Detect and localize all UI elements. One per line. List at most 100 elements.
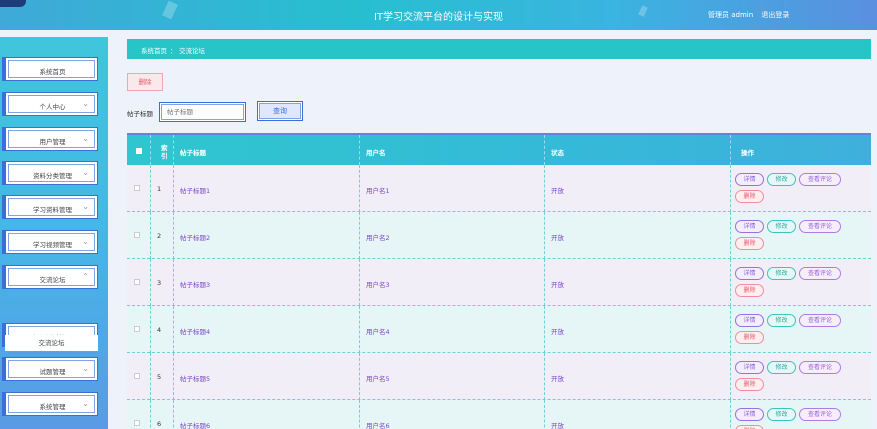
sidebar-subitem-forum[interactable]: 交流论坛 xyxy=(5,335,98,351)
row-status: 开放 xyxy=(551,234,564,242)
row-delete-button[interactable]: 删除 xyxy=(735,331,764,344)
detail-button[interactable]: 详情 xyxy=(735,314,764,327)
breadcrumb-home[interactable]: 系统首页 xyxy=(141,45,167,55)
chevron-down-icon: ⌄ xyxy=(82,399,89,408)
detail-button[interactable]: 详情 xyxy=(735,361,764,374)
header-index: 索引 xyxy=(161,144,168,160)
sidebar-item-0[interactable]: 系统首页 xyxy=(5,57,98,81)
view-comments-button[interactable]: 查看评论 xyxy=(799,267,841,280)
breadcrumb: 系统首页 ： 交流论坛 xyxy=(127,39,871,59)
row-delete-button[interactable]: 删除 xyxy=(735,237,764,250)
row-checkbox[interactable] xyxy=(134,326,140,332)
row-username: 用户名3 xyxy=(366,281,390,289)
sidebar: 系统首页 个人中心 ⌄ 用户管理 ⌄ 资料分类管理 ⌄ 学习资料管理 ⌄ 学习视频管理 ⌄ 交流论坛 ⌃… xyxy=(0,37,108,429)
row-title: 帖子标题5 xyxy=(180,375,211,383)
row-title: 帖子标题4 xyxy=(180,328,211,336)
edit-button[interactable]: 修改 xyxy=(767,267,796,280)
row-index: 2 xyxy=(157,232,162,240)
current-user: 管理员 admin xyxy=(708,11,754,19)
detail-button[interactable]: 详情 xyxy=(735,267,764,280)
row-index: 6 xyxy=(157,420,162,428)
sidebar-subitem-label: 交流论坛 xyxy=(38,339,65,347)
view-comments-button[interactable]: 查看评论 xyxy=(799,220,841,233)
sidebar-item-1[interactable]: 个人中心 ⌄ xyxy=(5,92,98,116)
edit-button[interactable]: 修改 xyxy=(767,408,796,421)
select-all-checkbox[interactable] xyxy=(136,148,142,154)
row-title: 帖子标题2 xyxy=(180,234,211,242)
top-header: IT学习交流平台的设计与实现 管理员 admin 退出登录 xyxy=(0,0,877,30)
row-title: 帖子标题1 xyxy=(180,187,211,195)
detail-button[interactable]: 详情 xyxy=(735,173,764,186)
chevron-down-icon: ⌄ xyxy=(82,364,89,373)
logout-link[interactable]: 退出登录 xyxy=(761,11,789,19)
table-row: 6 帖子标题6 用户名6 开放 详情修改查看评论删除 xyxy=(127,400,871,429)
sidebar-item-4[interactable]: 学习资料管理 ⌄ xyxy=(5,195,98,219)
chevron-down-icon: ⌄ xyxy=(82,202,89,211)
row-checkbox[interactable] xyxy=(134,185,140,191)
sidebar-item-5[interactable]: 学习视频管理 ⌄ xyxy=(5,230,98,254)
breadcrumb-separator: ： xyxy=(170,47,177,55)
chevron-down-icon: ⌄ xyxy=(82,134,89,143)
row-delete-button[interactable]: 删除 xyxy=(735,190,764,203)
header-title: 帖子标题 xyxy=(180,149,206,157)
row-username: 用户名2 xyxy=(366,234,390,242)
edit-button[interactable]: 修改 xyxy=(767,314,796,327)
view-comments-button[interactable]: 查看评论 xyxy=(799,314,841,327)
row-title: 帖子标题6 xyxy=(180,422,211,429)
search-button[interactable]: 查询 xyxy=(257,101,303,121)
detail-button[interactable]: 详情 xyxy=(735,220,764,233)
table-row: 5 帖子标题5 用户名5 开放 详情 修改 查看评论删除 xyxy=(127,353,871,400)
row-index: 5 xyxy=(157,373,162,381)
view-comments-button[interactable]: 查看评论 xyxy=(799,361,841,374)
view-comments-button[interactable]: 查看评论 xyxy=(799,408,841,421)
row-index: 3 xyxy=(157,279,162,287)
header-username: 用户名 xyxy=(366,149,386,157)
row-index: 4 xyxy=(157,326,162,334)
row-status: 开放 xyxy=(551,187,564,195)
row-title: 帖子标题3 xyxy=(180,281,211,289)
chevron-down-icon: ⌄ xyxy=(82,237,89,246)
row-checkbox[interactable] xyxy=(134,279,140,285)
row-checkbox[interactable] xyxy=(134,420,140,426)
row-delete-button[interactable]: 删除 xyxy=(735,425,764,429)
header-status: 状态 xyxy=(551,149,564,157)
row-username: 用户名1 xyxy=(366,187,390,195)
row-delete-button[interactable]: 删除 xyxy=(735,284,764,297)
search-input[interactable] xyxy=(159,102,246,122)
table-row: 4 帖子标题4 用户名4 开放 详情 修改 查看评论删除 xyxy=(127,306,871,353)
sidebar-item-8[interactable]: 试题管理 ⌄ xyxy=(5,357,98,381)
table-row: 1 帖子标题1 用户名1 开放 详情 修改 查看评论删除 xyxy=(127,165,871,212)
sidebar-item-9[interactable]: 系统管理 ⌄ xyxy=(5,392,98,416)
search-label: 帖子标题 xyxy=(127,110,153,118)
row-checkbox[interactable] xyxy=(134,373,140,379)
chevron-down-icon: ⌄ xyxy=(82,168,89,177)
row-username: 用户名4 xyxy=(366,328,390,336)
row-username: 用户名6 xyxy=(366,422,390,429)
view-comments-button[interactable]: 查看评论 xyxy=(799,173,841,186)
detail-button[interactable]: 详情 xyxy=(735,408,764,421)
header-actions: 操作 xyxy=(741,149,754,157)
table-row: 3 帖子标题3 用户名3 开放 详情 修改 查看评论删除 xyxy=(127,259,871,306)
sidebar-item-6[interactable]: 交流论坛 ⌃ xyxy=(5,265,98,289)
chevron-down-icon: ⌄ xyxy=(82,99,89,108)
row-username: 用户名5 xyxy=(366,375,390,383)
row-checkbox[interactable] xyxy=(134,232,140,238)
edit-button[interactable]: 修改 xyxy=(767,361,796,374)
forum-table: 索引 帖子标题 用户名 状态 操作 1 帖子标题1 用户名1 开放 详情 修改 查看评论 删除… xyxy=(127,133,871,429)
sidebar-item-3[interactable]: 资料分类管理 ⌄ xyxy=(5,161,98,185)
row-status: 开放 xyxy=(551,328,564,336)
row-status: 开放 xyxy=(551,375,564,383)
edit-button[interactable]: 修改 xyxy=(767,173,796,186)
delete-button[interactable]: 删除 xyxy=(127,73,163,91)
row-status: 开放 xyxy=(551,281,564,289)
logo xyxy=(0,0,26,7)
table-row: 2 帖子标题2 用户名2 开放 详情 修改 查看评论删除 xyxy=(127,212,871,259)
edit-button[interactable]: 修改 xyxy=(767,220,796,233)
row-index: 1 xyxy=(157,185,162,193)
sidebar-item-2[interactable]: 用户管理 ⌄ xyxy=(5,127,98,151)
chevron-up-icon: ⌃ xyxy=(82,272,89,281)
breadcrumb-current: 交流论坛 xyxy=(179,47,205,55)
row-status: 开放 xyxy=(551,422,564,429)
sidebar-item-label: 系统首页 xyxy=(39,68,66,76)
row-delete-button[interactable]: 删除 xyxy=(735,378,764,391)
